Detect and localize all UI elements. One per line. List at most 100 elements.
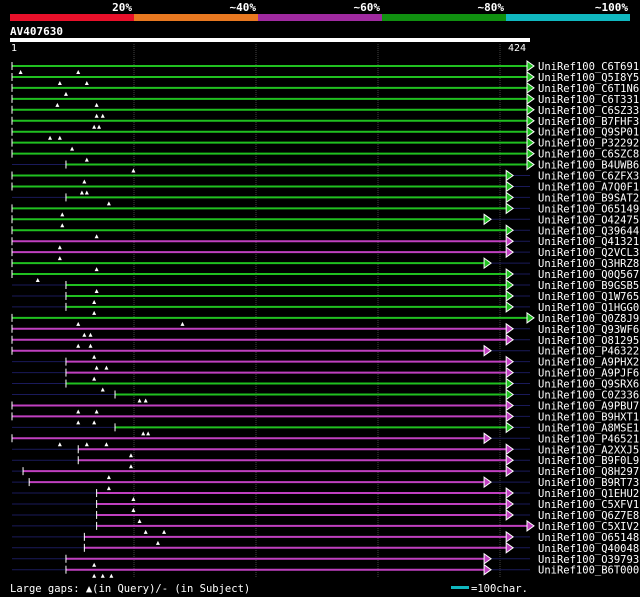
hit-end-arrow [483, 213, 492, 226]
scale-segment [258, 14, 382, 21]
query-gap-marker [76, 70, 81, 74]
hit-end-arrow [505, 421, 515, 434]
scale-segment [382, 14, 506, 21]
query-gap-marker [84, 157, 89, 162]
query-gap-marker [106, 486, 111, 491]
query-gap-marker [63, 91, 68, 96]
hit-end-arrow [505, 498, 515, 510]
hit-end-arrow [526, 136, 535, 149]
hit-end-arrow [526, 311, 535, 324]
scale-segment [134, 14, 258, 21]
hit-end-arrow [505, 279, 515, 291]
scale-label: ~100% [595, 1, 628, 14]
hit-end-arrow [505, 366, 515, 379]
query-gap-marker [143, 529, 148, 534]
query-gap-marker [79, 190, 84, 195]
query-gap-marker [100, 573, 105, 578]
query-gap-marker [180, 321, 185, 326]
scale-label: ~40% [230, 1, 257, 14]
query-gap-marker [137, 398, 142, 403]
hit-end-arrow [505, 377, 515, 390]
query-end-label: 424 [508, 43, 526, 54]
hit-end-arrow [483, 344, 492, 357]
query-gap-marker [82, 179, 87, 184]
query-gap-marker [35, 278, 40, 283]
query-gap-marker [92, 299, 97, 304]
query-gap-marker [88, 332, 93, 337]
hit-end-arrow [505, 333, 515, 346]
query-gap-marker [92, 573, 97, 578]
hit-end-arrow [505, 289, 515, 302]
query-gap-marker [94, 113, 99, 118]
query-gap-marker [82, 332, 87, 337]
alignment-overview: 20% ~40% ~60% ~80% ~100% AV407630 1 424 UniR… [10, 1, 639, 595]
query-gap-marker [94, 365, 99, 370]
hit-end-arrow [526, 70, 535, 83]
query-gap-marker [131, 168, 136, 173]
query-gap-marker [76, 343, 81, 348]
hit-end-arrow [483, 476, 492, 489]
hit-end-arrow [505, 465, 515, 478]
scale-segment [506, 14, 630, 21]
scale-label: ~80% [478, 1, 505, 14]
legend-scale-text: =100char. [471, 583, 528, 595]
hit-row[interactable]: UniRef100_B6T000 [12, 563, 639, 578]
hit-end-arrow [505, 268, 515, 281]
query-gap-marker [84, 190, 89, 195]
query-gap-marker [84, 442, 89, 447]
query-gap-marker [70, 146, 75, 151]
query-gap-marker [92, 376, 97, 381]
hit-end-arrow [505, 224, 515, 237]
hit-end-arrow [526, 60, 535, 72]
query-gap-marker [104, 365, 109, 370]
query-gap-marker [18, 70, 23, 74]
query-gap-marker [94, 234, 99, 239]
query-gap-marker [137, 518, 142, 523]
legend-scale-swatch [451, 586, 469, 589]
hit-end-arrow [483, 257, 492, 270]
query-gap-marker [92, 310, 97, 315]
identity-scale-bar [10, 14, 630, 21]
hit-end-arrow [505, 454, 515, 467]
hit-end-arrow [505, 355, 515, 368]
query-gap-marker [143, 398, 148, 403]
scale-label: ~60% [354, 1, 381, 14]
hit-end-arrow [505, 508, 515, 521]
query-gap-marker [162, 529, 167, 534]
query-gap-marker [76, 420, 81, 425]
query-gap-marker [57, 80, 62, 85]
query-gap-marker [76, 409, 81, 414]
hit-list: UniRef100_C6T691UniRef100_Q5I8Y5UniRef10… [11, 60, 639, 578]
query-gap-marker [94, 289, 99, 293]
hit-end-arrow [526, 158, 535, 171]
query-gap-marker [60, 212, 65, 217]
query-gap-marker [155, 540, 160, 545]
hit-end-arrow [505, 202, 515, 215]
query-gap-marker [97, 124, 102, 129]
hit-end-arrow [505, 530, 515, 543]
hit-end-arrow [526, 103, 535, 116]
query-gap-marker [131, 497, 136, 502]
query-title: AV407630 [10, 25, 63, 38]
query-gap-marker [76, 321, 81, 326]
scale-label: 20% [112, 1, 132, 14]
query-gap-marker [92, 420, 97, 425]
query-gap-marker [100, 387, 105, 392]
hit-label[interactable]: UniRef100_B6T000 [538, 565, 639, 577]
hit-end-arrow [526, 147, 535, 160]
query-gap-marker [146, 431, 151, 436]
identity-scale-labels: 20% ~40% ~60% ~80% ~100% [112, 1, 628, 14]
query-gap-marker [94, 267, 99, 272]
query-gap-marker [57, 442, 62, 447]
query-gap-marker [55, 102, 60, 107]
grid-lines [133, 44, 501, 578]
query-gap-marker [94, 409, 99, 414]
query-gap-marker [88, 343, 93, 348]
hit-end-arrow [505, 169, 515, 182]
hit-end-arrow [505, 388, 515, 401]
hit-end-arrow [505, 300, 515, 313]
hit-end-arrow [505, 235, 515, 248]
query-gap-marker [92, 562, 97, 567]
query-gap-marker [94, 102, 99, 107]
hit-end-arrow [505, 246, 515, 259]
